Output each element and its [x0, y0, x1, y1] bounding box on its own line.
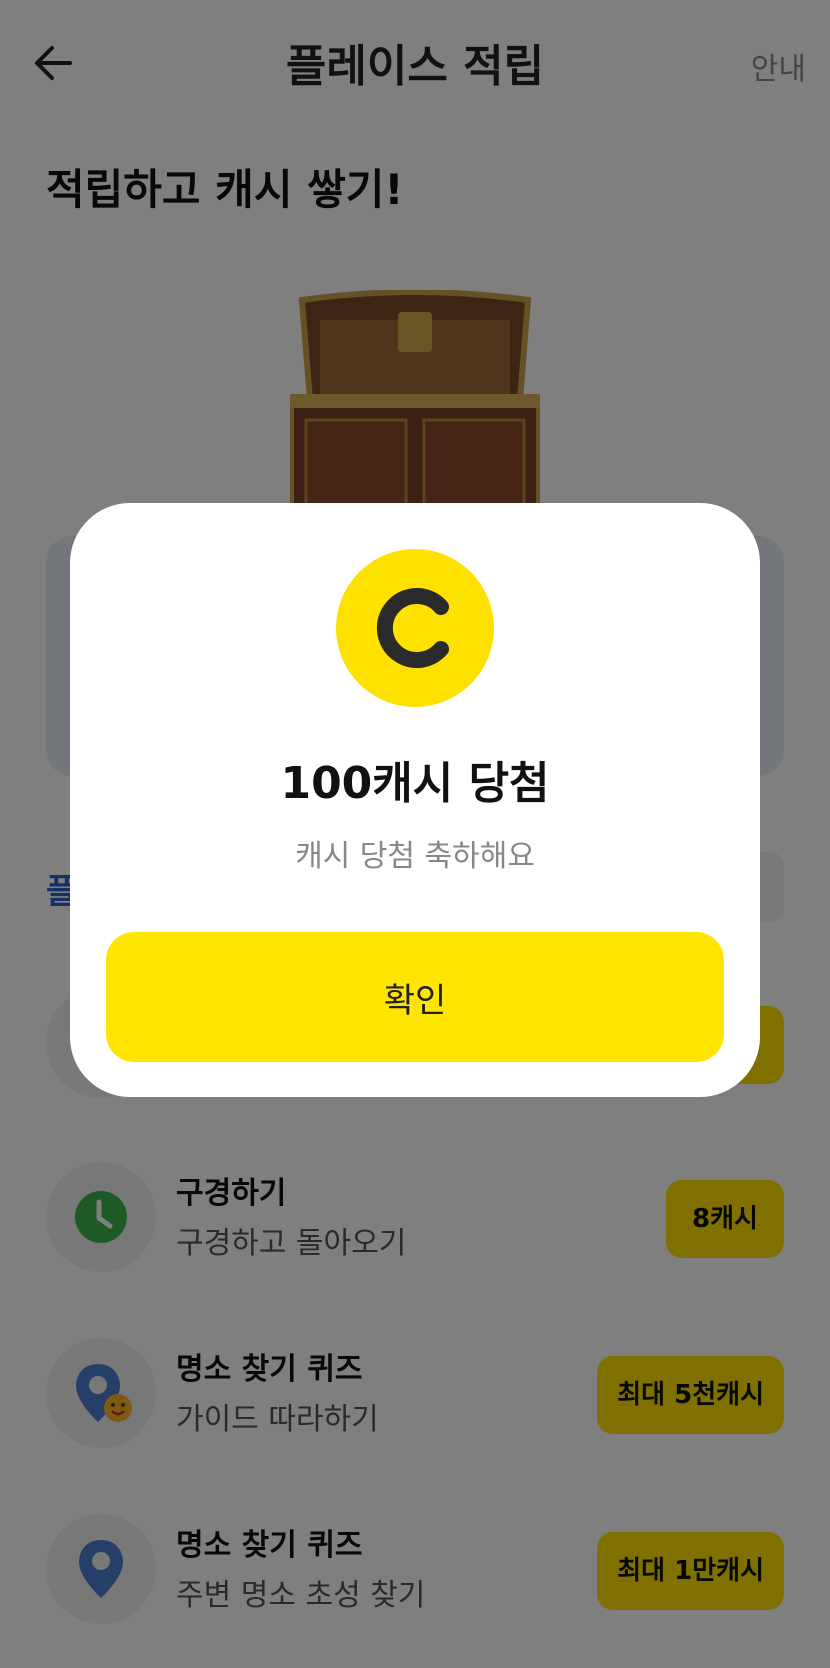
- place-reward-screen: 플레이스 적립 안내 적립하고 캐시 쌓기! 플: [0, 0, 830, 1668]
- reward-modal: 100캐시 당첨 캐시 당첨 축하해요 확인: [70, 503, 760, 1097]
- cash-coin-icon: [336, 549, 494, 707]
- modal-title: 100캐시 당첨: [280, 758, 550, 809]
- confirm-button[interactable]: 확인: [106, 932, 724, 1062]
- modal-subtitle: 캐시 당첨 축하해요: [295, 839, 535, 874]
